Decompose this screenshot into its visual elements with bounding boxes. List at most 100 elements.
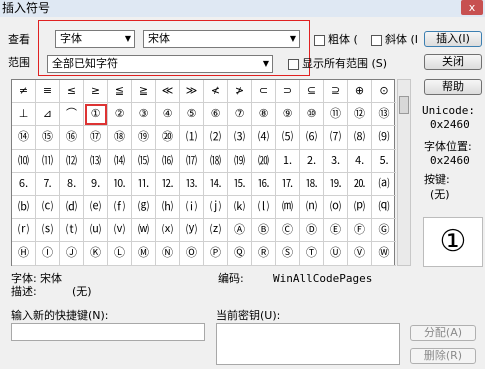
symbol-cell[interactable]: ⒮ [36,219,60,243]
symbol-cell[interactable]: ⒓ [156,172,180,196]
symbol-cell[interactable]: ③ [132,103,156,127]
symbol-cell[interactable]: ⒣ [156,195,180,220]
symbol-cell[interactable]: ⊙ [372,80,396,104]
symbol-cell[interactable]: Ⓓ [300,219,324,243]
symbol-cell[interactable]: ⑸ [276,126,300,150]
symbol-cell[interactable]: ⒎ [36,172,60,196]
current-key-list[interactable] [216,323,400,365]
symbol-cell[interactable]: ⒱ [108,219,132,243]
symbol-cell[interactable]: Ⓘ [36,242,60,266]
symbol-cell[interactable]: ⒯ [60,219,84,243]
symbol-cell[interactable]: Ⓢ [276,242,300,266]
symbol-cell[interactable]: Ⓖ [372,219,396,243]
font-type-select[interactable]: 字体 ▼ [55,30,135,48]
symbol-cell[interactable]: ≥ [84,80,108,104]
symbol-cell[interactable]: ⒙ [300,172,324,196]
symbol-cell[interactable]: ⒦ [228,195,252,220]
close-button[interactable]: 关闭 [424,54,482,70]
symbol-cell[interactable]: ⊕ [348,80,372,104]
symbol-cell[interactable]: ⑵ [204,126,228,150]
symbol-cell[interactable]: ⊇ [324,80,348,104]
symbol-cell[interactable]: ⒴ [180,219,204,243]
symbol-cell[interactable]: ≯ [228,80,252,104]
symbol-cell[interactable]: ⒭ [12,219,36,243]
symbol-cell[interactable]: ⑫ [348,103,372,127]
symbol-cell[interactable]: ⒵ [204,219,228,243]
symbol-cell[interactable]: ⒕ [204,172,228,196]
symbol-cell[interactable]: ⑹ [300,126,324,150]
symbol-cell[interactable]: ⑥ [204,103,228,127]
symbol-cell[interactable]: Ⓐ [228,219,252,243]
symbol-cell[interactable]: ⒗ [252,172,276,196]
symbol-cell[interactable]: ⑧ [252,103,276,127]
symbol-cell[interactable]: ⒆ [228,149,252,173]
symbol-cell[interactable]: ⒋ [348,149,372,173]
symbol-cell[interactable]: ⒁ [108,149,132,173]
symbol-cell[interactable]: ⑯ [60,126,84,150]
font-name-select[interactable]: 宋体 ▼ [143,30,300,48]
symbol-cell[interactable]: ⒟ [60,195,84,220]
symbol-cell[interactable]: ⒂ [132,149,156,173]
symbol-cell[interactable]: ⒳ [156,219,180,243]
symbol-cell[interactable]: Ⓚ [84,242,108,266]
assign-button[interactable]: 分配(A) [410,325,476,341]
symbol-cell[interactable]: ④ [156,103,180,127]
symbol-cell[interactable]: Ⓟ [204,242,228,266]
symbol-cell[interactable]: Ⓝ [156,242,180,266]
symbol-cell[interactable]: ⊿ [36,103,60,127]
symbol-cell[interactable]: ⒤ [180,195,204,220]
symbol-cell[interactable]: ⒃ [156,149,180,173]
symbol-cell[interactable]: ⒐ [84,172,108,196]
italic-checkbox[interactable]: 斜体 (I [371,33,418,47]
symbol-cell[interactable]: ⒧ [252,195,276,220]
symbol-cell[interactable]: ⑭ [12,126,36,150]
symbol-cell[interactable]: ⑴ [180,126,204,150]
symbol-cell-selected[interactable]: ① [84,103,108,127]
symbol-cell[interactable]: ⒫ [348,195,372,220]
symbol-cell[interactable]: ⒖ [228,172,252,196]
symbol-cell[interactable]: ⒘ [276,172,300,196]
symbol-cell[interactable]: Ⓙ [60,242,84,266]
symbol-cell[interactable]: ⑩ [300,103,324,127]
symbol-cell[interactable]: Ⓑ [252,219,276,243]
symbol-cell[interactable]: ⒇ [252,149,276,173]
symbol-cell[interactable]: Ⓞ [180,242,204,266]
symbol-cell[interactable]: ⒥ [204,195,228,220]
symbol-cell[interactable]: ⒀ [84,149,108,173]
symbol-cell[interactable]: ⒔ [180,172,204,196]
symbol-cell[interactable]: ⑤ [180,103,204,127]
symbol-cell[interactable]: Ⓤ [324,242,348,266]
symbol-cell[interactable]: ⒢ [132,195,156,220]
symbol-cell[interactable]: Ⓛ [108,242,132,266]
symbol-cell[interactable]: ⊂ [252,80,276,104]
symbol-cell[interactable]: ≤ [60,80,84,104]
symbol-cell[interactable]: Ⓠ [228,242,252,266]
symbol-cell[interactable]: ⒏ [60,172,84,196]
symbol-cell[interactable]: ⑬ [372,103,396,127]
symbol-cell[interactable]: ⒈ [276,149,300,173]
symbol-cell[interactable]: ⒑ [108,172,132,196]
symbol-cell[interactable]: ⊃ [276,80,300,104]
symbol-cell[interactable]: ⒬ [372,196,396,220]
symbol-cell[interactable]: ≦ [108,80,132,104]
symbol-cell[interactable]: ⒛ [348,172,372,196]
symbol-cell[interactable]: ⒚ [324,172,348,196]
insert-button[interactable]: 插入(I) [424,31,482,47]
symbol-cell[interactable]: ⑮ [36,126,60,150]
symbol-cell[interactable]: ⒠ [84,195,108,220]
symbol-cell[interactable]: ⒨ [276,195,300,220]
symbol-cell[interactable]: ⑪ [324,103,348,127]
symbol-cell[interactable]: ⒰ [84,219,108,243]
symbol-cell[interactable]: ⑺ [324,126,348,150]
symbol-cell[interactable]: Ⓕ [348,219,372,243]
symbol-cell[interactable]: ⊆ [300,80,324,104]
symbol-cell[interactable]: Ⓦ [372,242,396,266]
symbol-cell[interactable]: ≫ [180,80,204,104]
symbol-cell[interactable]: ≠ [12,80,36,104]
symbol-cell[interactable]: ⒩ [300,195,324,220]
symbol-cell[interactable]: ⑾ [36,149,60,173]
symbol-cell[interactable]: ⒲ [132,219,156,243]
symbol-cell[interactable]: ≮ [204,80,228,104]
symbol-cell[interactable]: ② [108,103,132,127]
symbol-cell[interactable]: ⒒ [132,172,156,196]
